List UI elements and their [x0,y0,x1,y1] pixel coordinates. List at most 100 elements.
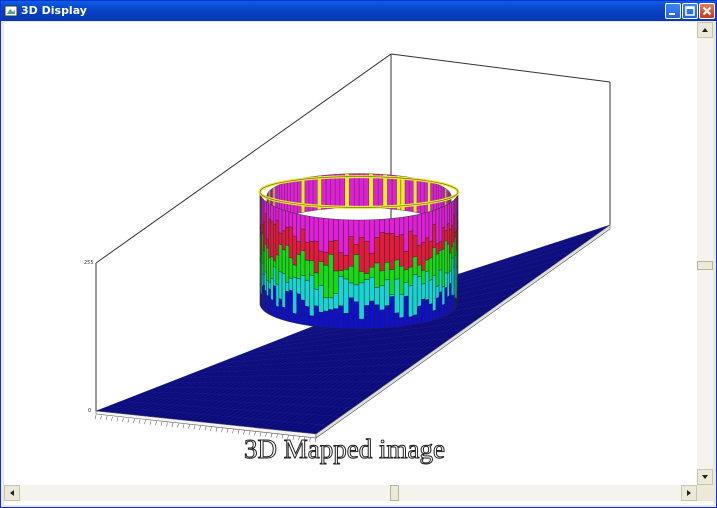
cylinder-inner-facet [363,173,369,208]
x-axis-tick [215,427,218,432]
vertical-scroll-thumb[interactable] [697,261,713,270]
cylinder-outer-facet [313,288,319,307]
cylinder-outer-facet [263,284,266,313]
cylinder-outer-facet [416,264,422,278]
cylinder-outer-facet [438,269,443,293]
cylinder-outer-facet [318,285,324,313]
horizontal-scrollbar[interactable] [4,485,697,501]
cylinder-outer-facet [338,219,344,254]
cylinder-outer-facet [275,283,280,308]
cylinder-outer-facet [264,289,267,314]
cylinder-outer-facet [399,234,405,267]
cylinder-outer-facet [275,254,280,286]
x-axis-tick [138,419,141,424]
arrow-down-icon [702,475,708,479]
x-axis-tick [221,428,223,433]
x-axis-tick [226,428,229,433]
cylinder-outer-facet [428,303,433,322]
app-window: 3D Display 255 0 3D Mapped image [0,0,717,508]
cylinder-outer-facet [264,200,267,215]
cylinder-outer-facet [435,253,440,287]
cylinder-outer-facet [292,264,297,279]
title-bar[interactable]: 3D Display [1,1,716,21]
cylinder-outer-facet [451,200,454,227]
x-axis-tick [94,414,97,420]
cylinder-inner-facet [420,179,425,215]
cylinder-outer-facet [374,304,380,329]
plot-viewport: 255 0 3D Mapped image [4,22,697,485]
cylinder-outer-facet [447,295,450,316]
horizontal-scroll-thumb[interactable] [390,485,399,501]
cylinder-outer-facet [343,313,349,330]
cylinder-outer-facet [384,279,390,307]
scroll-down-button[interactable] [697,469,713,485]
app-icon[interactable] [4,4,18,18]
close-button[interactable] [699,3,715,19]
cylinder-inner-facet [300,177,306,213]
cylinder-outer-facet [412,274,418,316]
cylinder-outer-facet [425,298,430,323]
scroll-up-button[interactable] [697,22,713,38]
x-axis-tick [116,417,119,422]
cylinder-outer-facet [313,305,319,328]
scroll-right-button[interactable] [681,485,697,501]
cylinder-outer-facet [270,298,274,317]
client-area: 255 0 3D Mapped image [4,22,713,505]
cylinder-outer-facet [353,254,360,286]
cylinder-outer-facet [323,310,329,328]
cylinder-outer-facet [435,242,440,255]
cylinder-outer-facet [263,249,266,276]
cylinder-outer-facet [292,235,297,266]
cylinder-outer-facet [292,312,297,324]
vertical-scrollbar[interactable] [697,22,713,485]
cylinder-outer-facet [369,266,375,278]
cylinder-inner-facet [382,174,388,209]
x-axis-tick [204,426,207,431]
minimize-button[interactable] [665,3,681,19]
cylinder-outer-facet [394,312,400,328]
cylinder-outer-facet [304,241,310,261]
cylinder-outer-facet [304,280,310,308]
cylinder-outer-facet [300,214,306,230]
cylinder-inner-facet [334,173,341,209]
cylinder-outer-facet [421,269,426,285]
cylinder-outer-facet [300,299,306,326]
x-axis-tick [160,421,163,426]
cylinder-outer-facet [416,213,422,246]
cylinder-outer-facet [425,259,430,273]
x-axis-tick [133,418,135,424]
cylinder-outer-facet [273,223,277,262]
cylinder-outer-facet [435,285,440,299]
cylinder-outer-facet [449,228,452,255]
x-axis-tick [127,418,130,423]
cylinder-outer-facet [338,305,344,329]
cylinder-outer-facet [444,272,448,289]
cylinder-outer-facet [313,216,319,242]
x-axis-tick [149,420,152,425]
cylinder-outer-facet [384,218,390,234]
cylinder-outer-facet [281,272,286,309]
cylinder-inner-facet [293,179,298,215]
cylinder-outer-facet [275,206,280,222]
cylinder-outer-facet [288,289,293,323]
cylinder-outer-facet [447,203,450,225]
cylinder-outer-facet [348,266,355,284]
cylinder-outer-facet [399,216,405,236]
cylinder-outer-facet [449,252,452,273]
cylinder-outer-facet [403,295,409,327]
cylinder-inner-facet [423,179,428,216]
cylinder-outer-facet [412,256,418,276]
cylinder-outer-facet [304,305,310,326]
maximize-button[interactable] [682,3,698,19]
cylinder-outer-facet [309,240,315,262]
cylinder-outer-facet [263,198,266,223]
surface-cylinder [258,173,460,330]
cylinder-outer-facet [416,244,422,266]
cylinder-outer-facet [416,276,422,307]
cylinder-outer-facet [281,306,286,321]
scroll-left-button[interactable] [4,485,20,501]
cylinder-inner-facet [368,173,374,209]
x-axis-tick [237,429,240,435]
cylinder-outer-facet [288,257,293,280]
cylinder-outer-facet [338,252,344,271]
